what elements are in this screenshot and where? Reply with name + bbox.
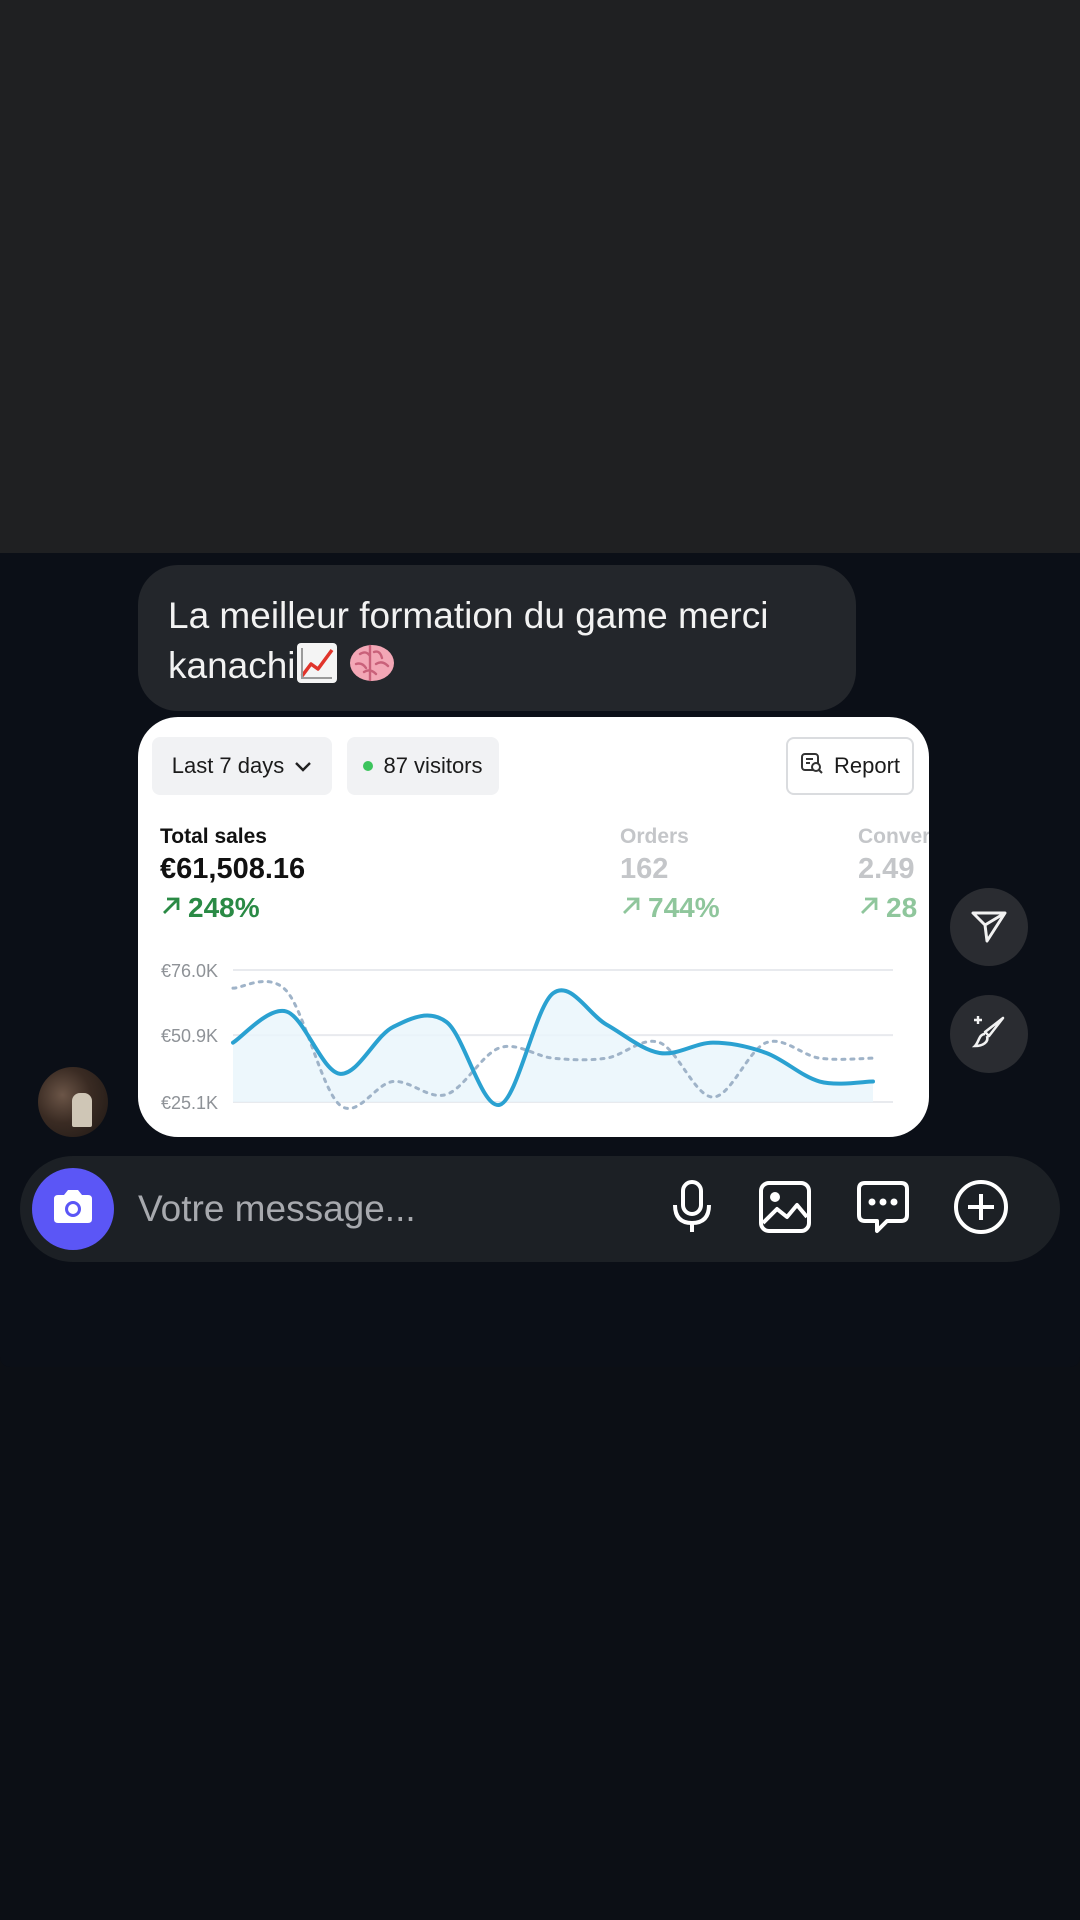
avatar[interactable] xyxy=(38,1067,108,1137)
metric-label: Orders xyxy=(620,825,689,848)
message-composer xyxy=(20,1156,1060,1262)
message-bubble[interactable]: La meilleur formation du game merci kana… xyxy=(138,565,856,711)
metric-conversion: Conver 2.49 28 xyxy=(858,825,929,924)
y-tick-label: €25.1K xyxy=(161,1093,218,1113)
gallery-button[interactable] xyxy=(756,1180,814,1238)
metric-delta: 744% xyxy=(620,892,720,924)
live-dot-icon xyxy=(363,761,374,771)
visitors-label: 87 visitors xyxy=(383,753,483,778)
camera-icon xyxy=(50,1187,96,1232)
send-icon xyxy=(969,905,1009,950)
arrow-up-right-icon xyxy=(160,892,182,924)
microphone-button[interactable] xyxy=(663,1179,721,1240)
y-tick-label: €50.9K xyxy=(161,1026,218,1046)
add-button[interactable] xyxy=(952,1178,1010,1241)
metric-value: 162 xyxy=(620,853,669,885)
metric-label: Total sales xyxy=(160,825,267,848)
arrow-up-right-icon xyxy=(858,892,880,924)
y-tick-label: €76.0K xyxy=(161,961,218,981)
visitors-badge: 87 visitors xyxy=(347,737,499,795)
dashboard-screenshot-card[interactable]: Last 7 days 87 visitors Report Total sal… xyxy=(138,717,929,1137)
sales-line-chart: €76.0K €50.9K €25.1K xyxy=(161,961,893,1113)
metric-total-sales: Total sales €61,508.16 248% xyxy=(160,825,305,924)
arrow-up-right-icon xyxy=(620,892,642,924)
metric-delta-value: 744% xyxy=(648,892,720,923)
send-button[interactable] xyxy=(950,888,1028,966)
report-label: Report xyxy=(833,753,901,778)
top-background xyxy=(0,0,1080,553)
chat-dots-icon xyxy=(855,1179,911,1240)
camera-button[interactable] xyxy=(32,1168,114,1250)
message-text: La meilleur formation du game merci kana… xyxy=(168,595,769,686)
brain-emoji xyxy=(348,642,394,684)
image-icon xyxy=(757,1179,813,1240)
metric-orders: Orders 162 744% xyxy=(620,825,720,924)
bottom-background xyxy=(0,1367,1080,1920)
magic-brush-icon xyxy=(969,1012,1009,1057)
metric-delta-value: 248% xyxy=(188,892,260,923)
microphone-icon xyxy=(670,1179,714,1240)
period-label: Last 7 days xyxy=(171,753,285,778)
metric-value: 2.49 xyxy=(858,853,915,885)
chart-increasing-emoji xyxy=(296,642,338,684)
plus-circle-icon xyxy=(952,1178,1010,1241)
chat-options-button[interactable] xyxy=(854,1180,912,1238)
period-dropdown[interactable]: Last 7 days xyxy=(152,737,332,795)
message-input[interactable] xyxy=(138,1182,638,1236)
metric-delta: 28 xyxy=(858,892,929,924)
metric-label: Conver xyxy=(858,825,929,848)
metric-delta-value: 28 xyxy=(886,892,918,923)
magic-edit-button[interactable] xyxy=(950,995,1028,1073)
report-search-icon xyxy=(800,751,824,781)
report-button[interactable]: Report xyxy=(786,737,914,795)
metric-delta: 248% xyxy=(160,892,305,924)
metric-value: €61,508.16 xyxy=(160,853,306,885)
chevron-down-icon xyxy=(294,753,312,779)
